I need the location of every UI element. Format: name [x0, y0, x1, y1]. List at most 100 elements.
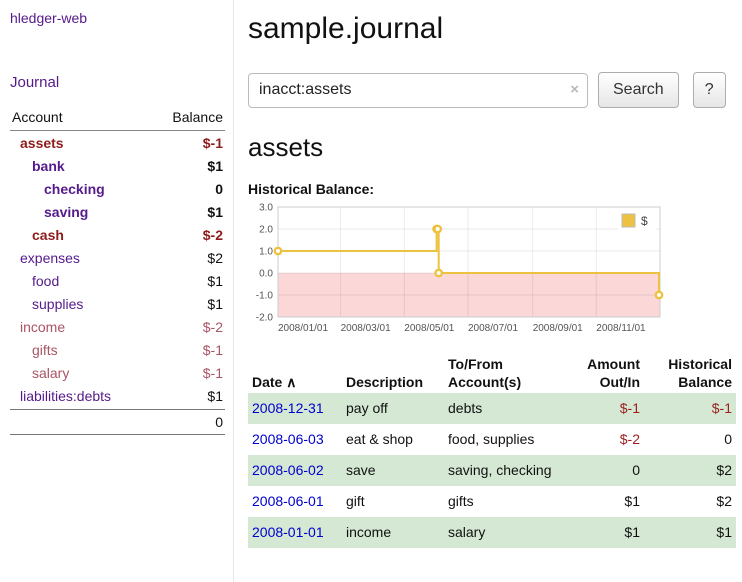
search-bar: × Search ? [248, 72, 742, 108]
account-row: salary $-1 [10, 361, 225, 384]
transaction-accounts: salary [444, 517, 558, 548]
svg-text:1.0: 1.0 [259, 247, 273, 258]
legend-swatch-icon [622, 214, 635, 227]
col-header-date[interactable]: Date ∧ [248, 353, 342, 393]
transaction-date-cell: 2008-01-01 [248, 517, 342, 548]
register-body: 2008-12-31pay offdebts$-1$-12008-06-03ea… [248, 393, 736, 547]
transaction-balance: 0 [644, 424, 736, 455]
transaction-balance: $2 [644, 486, 736, 517]
transaction-description: save [342, 455, 444, 486]
transaction-balance: $-1 [644, 393, 736, 424]
balance-chart: 3.02.01.00.0-1.0-2.02008/01/012008/03/01… [248, 199, 668, 339]
account-link[interactable]: cash [12, 227, 64, 243]
account-row: saving $1 [10, 200, 225, 223]
account-link[interactable]: saving [12, 204, 88, 220]
clear-search-icon[interactable]: × [570, 81, 579, 98]
legend-label: $ [641, 214, 648, 228]
svg-text:2008/05/01: 2008/05/01 [404, 323, 454, 334]
col-header-amount[interactable]: Amount Out/In [558, 353, 644, 393]
account-link[interactable]: supplies [12, 296, 83, 312]
account-link[interactable]: liabilities:debts [12, 388, 111, 404]
account-heading: assets [248, 132, 742, 163]
col-header-balance[interactable]: Historical Balance [644, 353, 736, 393]
account-row: assets $-1 [10, 131, 225, 154]
account-balance: $-2 [203, 319, 223, 335]
transaction-date-cell: 2008-06-03 [248, 424, 342, 455]
account-balance: 0 [215, 181, 223, 197]
account-balance: $1 [207, 273, 223, 289]
transaction-description: gift [342, 486, 444, 517]
accounts-table-header: Account Balance [10, 107, 225, 131]
accounts-body: assets $-1 bank $1 checking 0 saving $1 cash $-2 e… [10, 131, 225, 407]
col-header-description[interactable]: Description [342, 353, 444, 393]
register-header-row: Date ∧ Description To/From Account(s) Am… [248, 353, 736, 393]
svg-text:2008/01/01: 2008/01/01 [278, 323, 328, 334]
transaction-date-link[interactable]: 2008-01-01 [252, 524, 324, 540]
nav-journal-link[interactable]: Journal [10, 74, 225, 91]
search-button[interactable]: Search [598, 72, 679, 108]
account-row: supplies $1 [10, 292, 225, 315]
accounts-header-balance: Balance [172, 109, 223, 125]
account-balance: $1 [207, 388, 223, 404]
account-row: bank $1 [10, 154, 225, 177]
transaction-date-link[interactable]: 2008-06-03 [252, 431, 324, 447]
transaction-amount: 0 [558, 455, 644, 486]
account-balance: $1 [207, 204, 223, 220]
account-link[interactable]: income [12, 319, 65, 335]
account-balance: $2 [207, 250, 223, 266]
account-row: gifts $-1 [10, 338, 225, 361]
transaction-date-cell: 2008-06-02 [248, 455, 342, 486]
account-link[interactable]: food [12, 273, 59, 289]
transaction-description: eat & shop [342, 424, 444, 455]
transaction-date-cell: 2008-06-01 [248, 486, 342, 517]
account-link[interactable]: bank [12, 158, 65, 174]
account-row: cash $-2 [10, 223, 225, 246]
account-balance: $-1 [203, 365, 223, 381]
register-table: Date ∧ Description To/From Account(s) Am… [248, 353, 736, 548]
register-row: 2008-06-03eat & shopfood, supplies$-20 [248, 424, 736, 455]
data-point-marker [275, 248, 281, 254]
search-input[interactable] [248, 73, 588, 108]
account-link[interactable]: expenses [12, 250, 80, 266]
account-row: food $1 [10, 269, 225, 292]
account-link[interactable]: checking [12, 181, 105, 197]
col-header-accounts[interactable]: To/From Account(s) [444, 353, 558, 393]
account-link[interactable]: salary [12, 365, 69, 381]
account-link[interactable]: gifts [12, 342, 58, 358]
transaction-date-cell: 2008-12-31 [248, 393, 342, 424]
account-balance: $-2 [203, 227, 223, 243]
transaction-amount: $-2 [558, 424, 644, 455]
transaction-date-link[interactable]: 2008-06-02 [252, 462, 324, 478]
account-balance: $1 [207, 158, 223, 174]
transaction-description: income [342, 517, 444, 548]
transaction-description: pay off [342, 393, 444, 424]
account-row: expenses $2 [10, 246, 225, 269]
svg-text:2.0: 2.0 [259, 225, 273, 236]
register-row: 2008-12-31pay offdebts$-1$-1 [248, 393, 736, 424]
account-balance: $-1 [203, 135, 223, 151]
account-balance: $1 [207, 296, 223, 312]
svg-text:0.0: 0.0 [259, 269, 273, 280]
app-title-link[interactable]: hledger-web [10, 10, 87, 26]
sidebar: hledger-web Journal Account Balance asse… [0, 0, 234, 582]
data-point-marker [436, 270, 442, 276]
svg-text:3.0: 3.0 [259, 203, 273, 214]
account-link[interactable]: assets [12, 135, 64, 151]
account-row: liabilities:debts $1 [10, 384, 225, 407]
col-header-date-label: Date [252, 374, 282, 390]
transaction-accounts: debts [444, 393, 558, 424]
sort-ascending-icon: ∧ [286, 374, 296, 390]
transaction-balance: $1 [644, 517, 736, 548]
transaction-date-link[interactable]: 2008-12-31 [252, 400, 324, 416]
account-balance: $-1 [203, 342, 223, 358]
chart-title: Historical Balance: [248, 181, 742, 197]
svg-text:-2.0: -2.0 [256, 313, 274, 324]
transaction-date-link[interactable]: 2008-06-01 [252, 493, 324, 509]
transaction-accounts: gifts [444, 486, 558, 517]
transaction-accounts: saving, checking [444, 455, 558, 486]
help-button[interactable]: ? [693, 72, 726, 108]
data-point-marker [656, 292, 662, 298]
main-content: sample.journal × Search ? assets Histori… [248, 0, 742, 548]
accounts-total: 0 [10, 409, 225, 435]
svg-text:2008/11/01: 2008/11/01 [596, 323, 646, 334]
